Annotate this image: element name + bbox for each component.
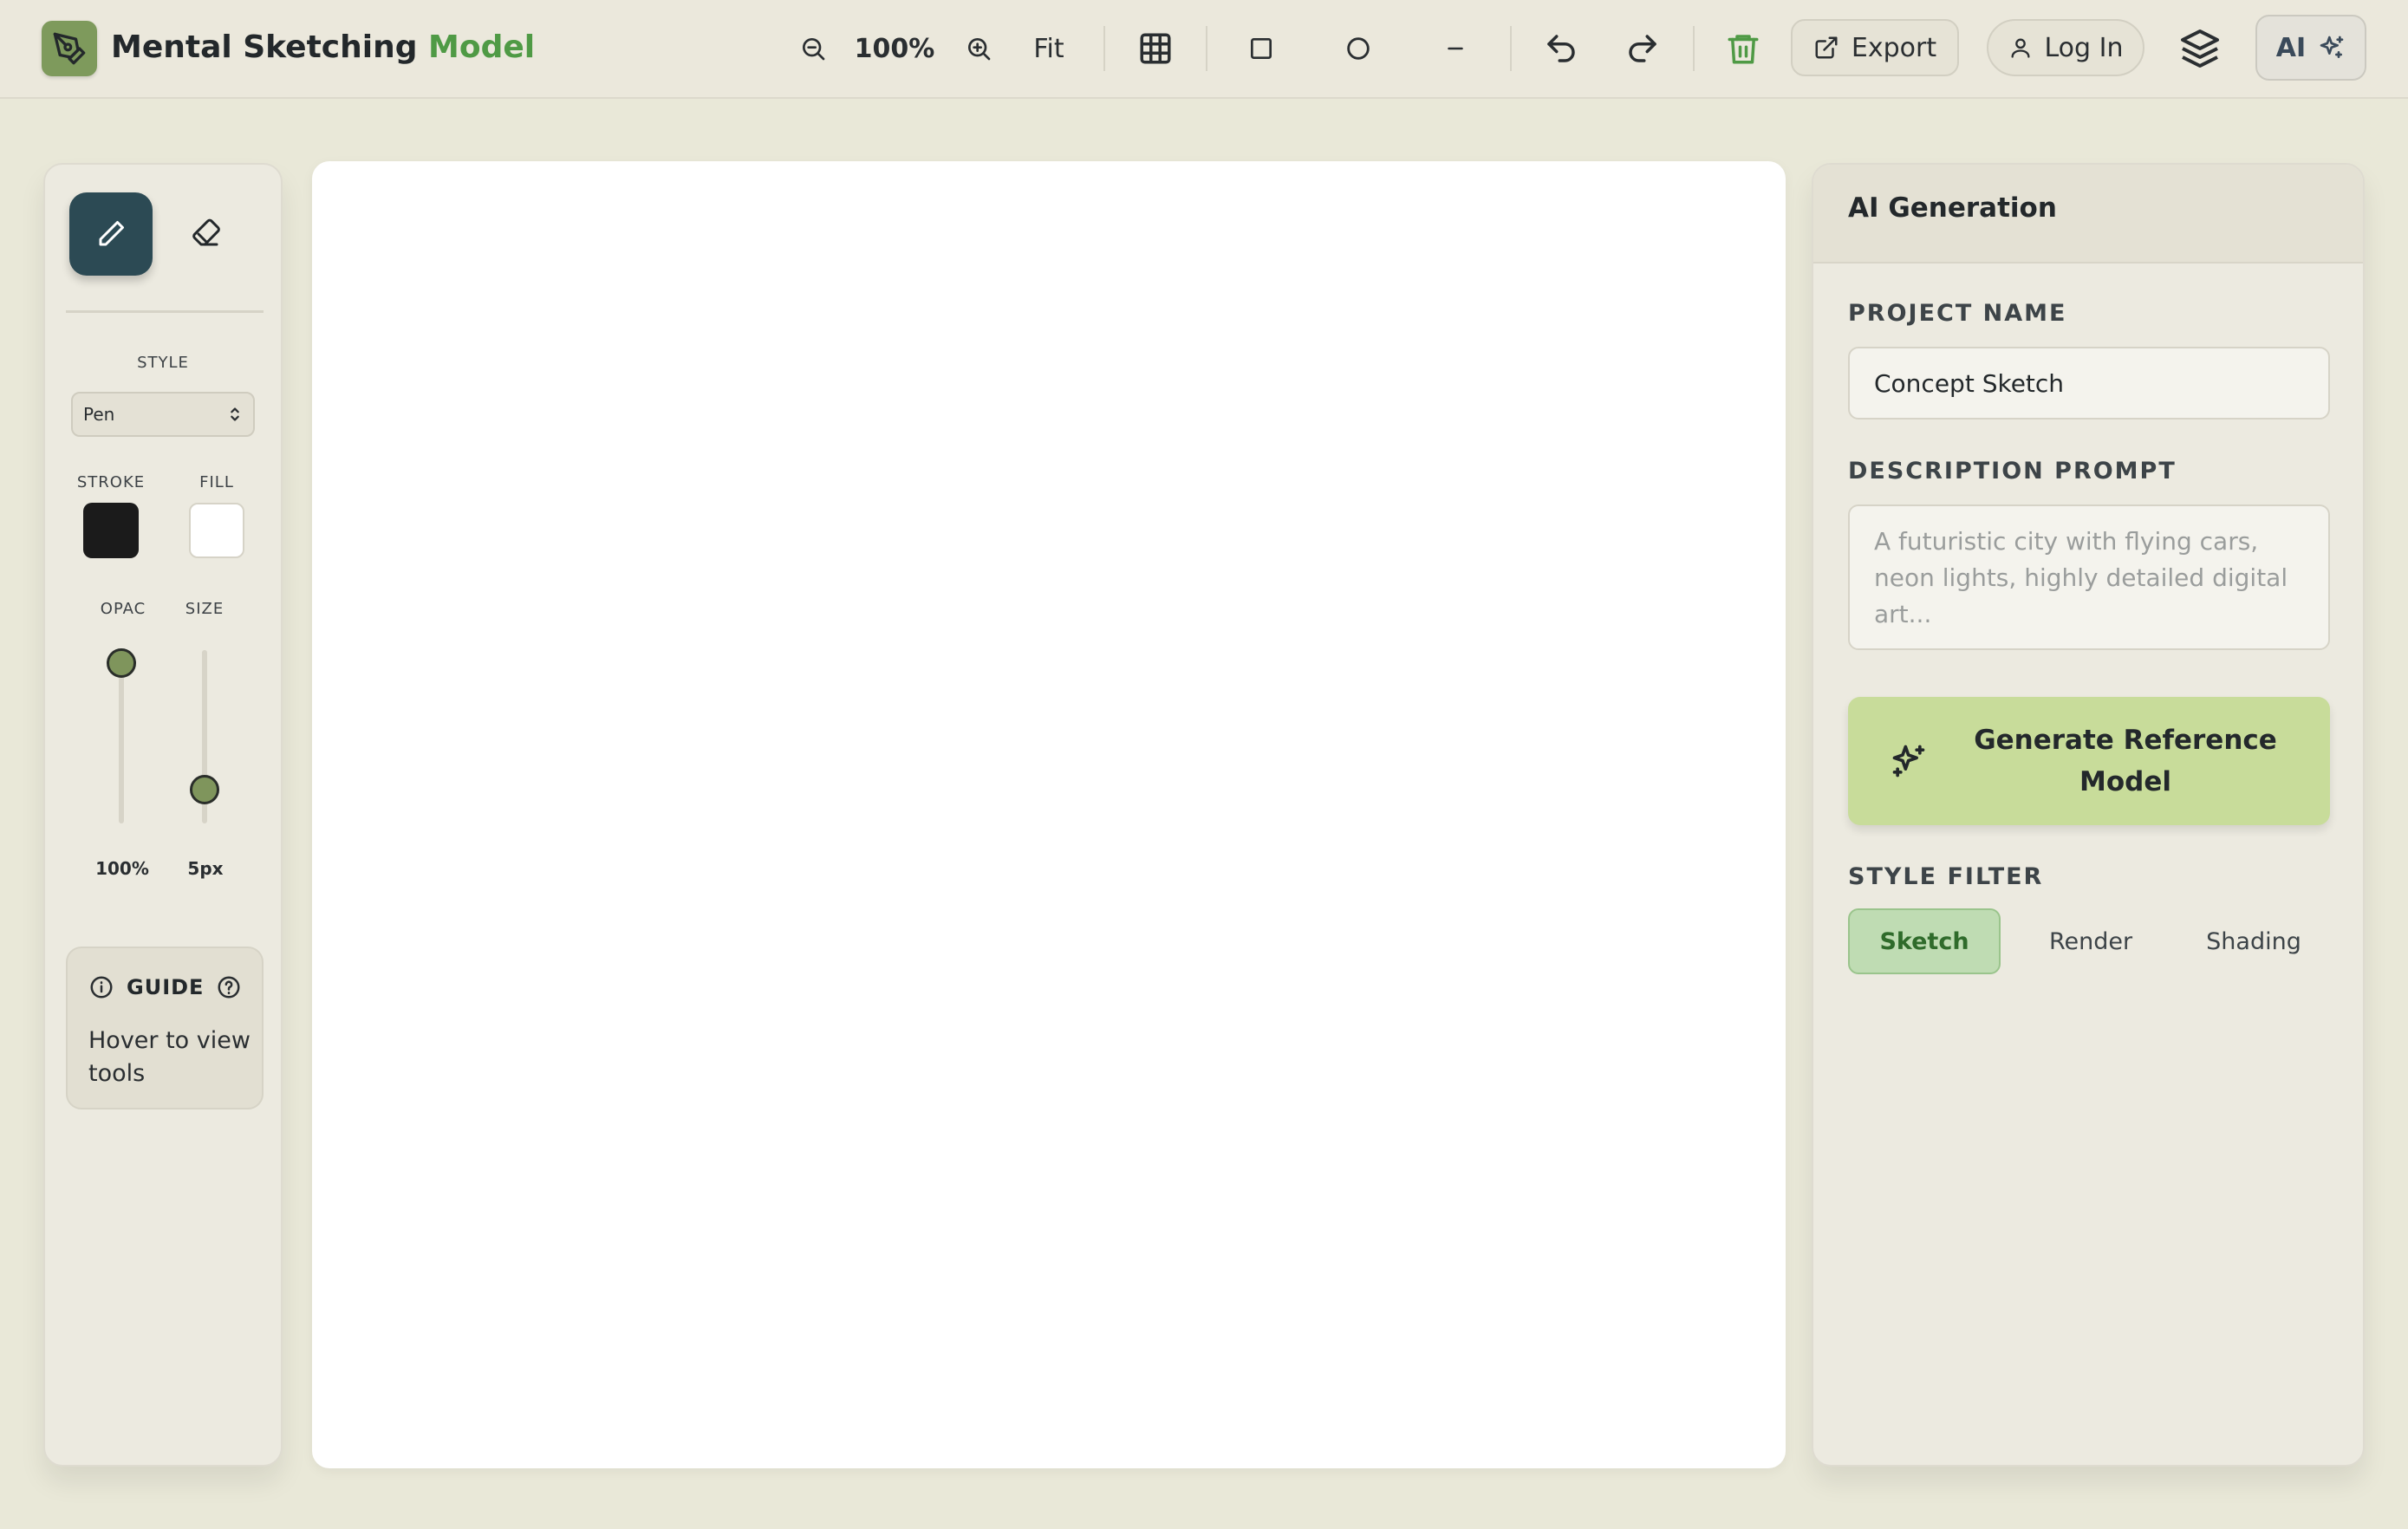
panel-divider xyxy=(66,310,264,313)
ai-panel-header: AI Generation xyxy=(1813,165,2363,264)
toolbar-divider xyxy=(1206,26,1207,71)
grid-icon xyxy=(1140,33,1171,64)
stroke-color-swatch[interactable] xyxy=(83,503,139,558)
grid-toggle-button[interactable] xyxy=(1130,24,1181,73)
style-select[interactable]: Pen xyxy=(71,392,255,437)
zoom-out-button[interactable] xyxy=(788,24,838,73)
undo-icon xyxy=(1547,35,1575,62)
user-icon xyxy=(2011,38,2029,58)
style-filter-label: STYLE FILTER xyxy=(1848,863,2044,890)
top-toolbar: Mental Sketching Model 100% Fit Export L… xyxy=(0,0,2408,99)
size-slider-thumb[interactable] xyxy=(190,774,219,804)
toolbar-divider xyxy=(1510,26,1512,71)
sparkles-icon xyxy=(2320,36,2344,58)
ai-generation-panel: AI Generation PROJECT NAME DESCRIPTION P… xyxy=(1812,163,2365,1467)
login-button[interactable]: Log In xyxy=(1987,19,2144,76)
project-name-input[interactable] xyxy=(1848,347,2330,420)
info-icon xyxy=(90,976,113,999)
description-prompt-label: DESCRIPTION PROMPT xyxy=(1848,458,2177,485)
sparkles-icon xyxy=(1892,745,1925,778)
toolbar-divider xyxy=(1103,26,1105,71)
filter-sketch[interactable]: Sketch xyxy=(1848,908,2001,974)
redo-button[interactable] xyxy=(1617,24,1668,73)
opacity-slider-thumb[interactable] xyxy=(107,648,136,678)
zoom-in-button[interactable] xyxy=(953,24,1004,73)
app-logo xyxy=(42,21,97,76)
trash-icon xyxy=(1728,35,1759,64)
guide-card: GUIDE Hover to view tools xyxy=(66,947,264,1109)
layers-icon xyxy=(2181,29,2219,68)
circle-icon xyxy=(1347,37,1370,60)
external-link-icon xyxy=(1815,36,1838,59)
export-label: Export xyxy=(1851,32,1937,63)
zoom-out-icon xyxy=(803,38,825,61)
style-label: STYLE xyxy=(137,354,189,372)
fill-label: FILL xyxy=(199,473,234,491)
app-title-main: Mental Sketching xyxy=(111,29,418,65)
help-icon xyxy=(218,976,240,999)
line-tool-button[interactable] xyxy=(1430,24,1481,73)
opacity-value: 100% xyxy=(95,858,149,879)
ai-panel-toggle[interactable]: AI xyxy=(2255,15,2366,81)
eraser-tool-button[interactable] xyxy=(175,203,238,265)
layers-button[interactable] xyxy=(2174,23,2226,75)
login-label: Log In xyxy=(2044,32,2124,63)
guide-header: GUIDE xyxy=(88,974,242,1000)
generate-reference-model-button[interactable]: Generate Reference Model xyxy=(1848,697,2330,825)
opacity-label: OPAC xyxy=(100,600,146,618)
project-name-label: PROJECT NAME xyxy=(1848,300,2067,327)
square-icon xyxy=(1251,38,1272,59)
clear-canvas-button[interactable] xyxy=(1718,24,1768,73)
undo-button[interactable] xyxy=(1536,24,1586,73)
eraser-icon xyxy=(192,218,220,246)
stroke-label: STROKE xyxy=(76,473,146,491)
filter-shading[interactable]: Shading xyxy=(2177,908,2330,974)
rectangle-tool-button[interactable] xyxy=(1236,24,1286,73)
style-select-value: Pen xyxy=(83,404,115,425)
tool-panel: STYLE Pen STROKE FILL OPAC SIZE 100% 5px… xyxy=(43,163,283,1467)
app-title: Mental Sketching Model xyxy=(111,26,535,69)
chevron-updown-icon xyxy=(231,407,239,421)
size-value: 5px xyxy=(187,858,224,879)
fill-color-swatch[interactable] xyxy=(189,503,244,558)
generate-button-label: Generate Reference Model xyxy=(1974,725,2277,797)
redo-icon xyxy=(1629,35,1656,62)
ai-panel-title: AI Generation xyxy=(1848,192,2057,224)
filter-render[interactable]: Render xyxy=(2014,908,2167,974)
description-prompt-input[interactable] xyxy=(1848,504,2330,650)
zoom-level: 100% xyxy=(854,33,935,64)
fit-button[interactable]: Fit xyxy=(1025,26,1073,71)
circle-tool-button[interactable] xyxy=(1333,24,1383,73)
line-icon xyxy=(1448,47,1463,50)
export-button[interactable]: Export xyxy=(1791,19,1959,76)
size-label: SIZE xyxy=(185,600,225,618)
app-title-accent: Model xyxy=(428,29,536,65)
drawing-canvas[interactable] xyxy=(312,161,1786,1468)
pencil-icon xyxy=(99,221,124,246)
pen-tool-button[interactable] xyxy=(69,192,153,276)
pen-nib-icon xyxy=(53,32,86,65)
toolbar-divider xyxy=(1693,26,1695,71)
ai-label: AI xyxy=(2275,32,2307,63)
guide-text: Hover to view tools xyxy=(88,1027,251,1087)
zoom-in-icon xyxy=(968,38,991,61)
guide-title: GUIDE xyxy=(127,975,205,999)
